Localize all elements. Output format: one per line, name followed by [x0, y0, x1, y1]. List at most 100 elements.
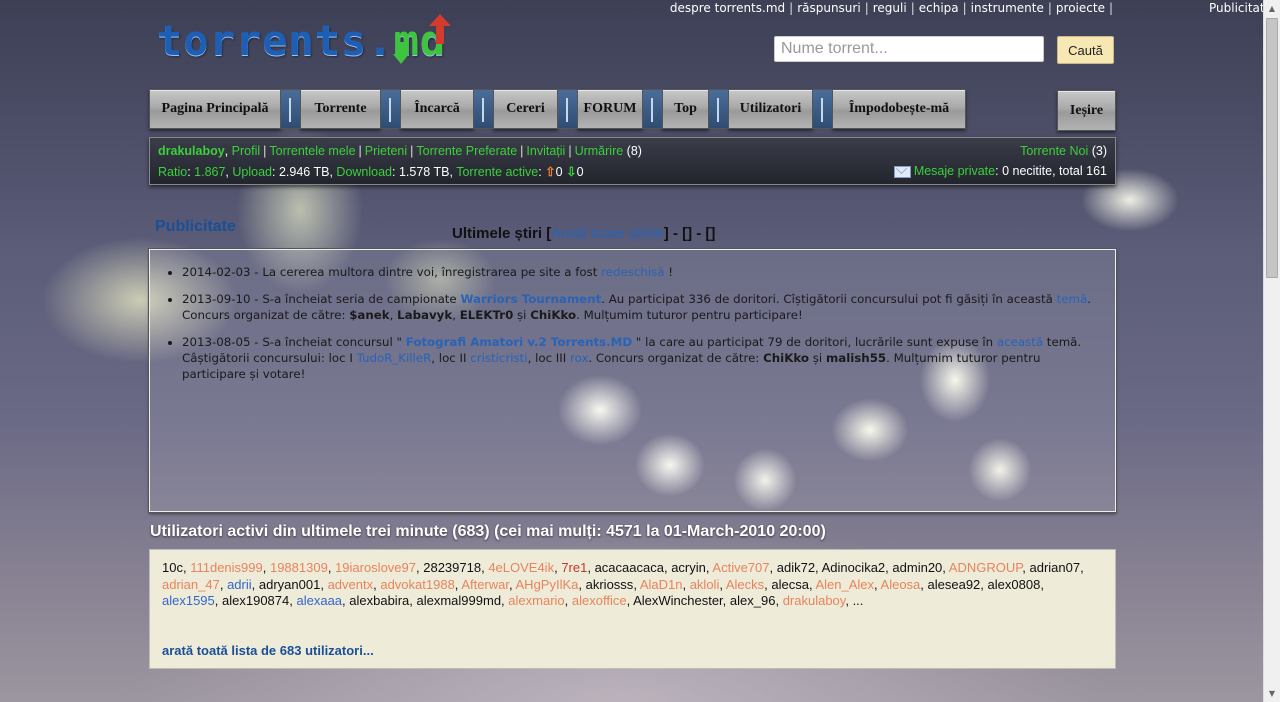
user-link-torrentele-mele[interactable]: Torrentele mele — [269, 144, 355, 158]
online-user-link[interactable]: adryan001 — [259, 577, 320, 592]
news-link[interactable]: redeschisă — [601, 265, 664, 279]
news-user-link[interactable]: ELEKTr0 — [460, 308, 514, 322]
top-links: despre torrents.md | răspunsuri | reguli | ech… — [670, 1, 1272, 15]
news-text: " la care au participat 79 de doritori, … — [632, 335, 997, 349]
news-user-link[interactable]: ChiKko — [530, 308, 576, 322]
top-link[interactable]: reguli — [873, 1, 907, 15]
news-text: - La cererea multora dintre voi, înregis… — [250, 265, 602, 279]
search-button[interactable]: Caută — [1057, 36, 1114, 64]
online-user-link[interactable]: Afterwar — [461, 577, 509, 592]
online-user-link[interactable]: 111denis999 — [190, 560, 263, 575]
online-user-link[interactable]: alexbabira — [349, 593, 409, 608]
download-value: 1.578 TB — [398, 165, 450, 179]
nav-item[interactable]: FORUM — [577, 89, 643, 129]
online-user-link[interactable]: adrian_47 — [162, 577, 220, 592]
online-user-link[interactable]: alexmario — [508, 593, 564, 608]
news-user-link[interactable]: $anek — [349, 308, 389, 322]
online-user-link[interactable]: drakulaboy — [783, 593, 846, 608]
online-user-link[interactable]: AHgPyIlKa — [516, 577, 579, 592]
online-users-title: Utilizatori activi din ultimele trei min… — [150, 523, 826, 540]
online-user-link[interactable]: 19iaroslove97 — [335, 560, 416, 575]
upload-value: 2.946 TB — [278, 165, 330, 179]
online-user-link[interactable]: AlexWinchester — [633, 593, 723, 608]
online-user-link[interactable]: alexoffice — [572, 593, 627, 608]
user-link-torrente-preferate[interactable]: Torrente Preferate — [416, 144, 517, 158]
online-user-link[interactable]: admin20 — [892, 560, 942, 575]
nav-item[interactable]: Pagina Principală — [149, 89, 281, 129]
top-link[interactable]: instrumente — [971, 1, 1044, 15]
scrollbar-thumb[interactable] — [1266, 18, 1278, 278]
top-link[interactable]: proiecte — [1056, 1, 1105, 15]
scroll-up-icon[interactable]: ▲ — [1264, 0, 1280, 17]
online-user-link[interactable]: 7re1 — [561, 560, 587, 575]
news-item: 2014-02-03 - La cererea multora dintre v… — [182, 264, 1101, 280]
search-input[interactable] — [774, 36, 1044, 62]
news-user-link[interactable]: TudoR_KilleR — [357, 351, 432, 365]
nav-item[interactable]: Împodobește-mă — [832, 89, 966, 129]
nav-item[interactable]: Utilizatori — [728, 89, 813, 129]
username-link[interactable]: drakulaboy — [158, 144, 225, 158]
online-user-link[interactable]: adventx — [328, 577, 374, 592]
top-link[interactable]: echipa — [919, 1, 959, 15]
news-link[interactable]: Warriors Tournament — [460, 292, 601, 306]
active-torrents-label[interactable]: Torrente active — [456, 165, 538, 179]
online-user-link[interactable]: alex0808 — [988, 577, 1041, 592]
online-user-link[interactable]: alesea92 — [928, 577, 981, 592]
top-link[interactable]: răspunsuri — [797, 1, 861, 15]
nav-item[interactable]: Încarcă — [400, 89, 474, 129]
online-user-link[interactable]: adik72 — [777, 560, 815, 575]
user-link-urmarire[interactable]: Urmărire — [575, 144, 624, 158]
news-list: 2014-02-03 - La cererea multora dintre v… — [150, 250, 1115, 382]
online-user-link[interactable]: AlaD1n — [640, 577, 683, 592]
scroll-down-icon[interactable]: ▼ — [1264, 685, 1280, 702]
online-user-link[interactable]: akriosss — [586, 577, 634, 592]
online-user-link[interactable]: alexmal999md — [417, 593, 502, 608]
online-user-link[interactable]: 4eLOVE4ik — [488, 560, 554, 575]
news-user-link[interactable]: cristicristi — [470, 351, 527, 365]
user-link-prieteni[interactable]: Prieteni — [365, 144, 407, 158]
user-link-invitatii[interactable]: Invitații — [526, 144, 565, 158]
pm-link[interactable]: Mesaje private — [914, 164, 995, 178]
top-link[interactable]: despre torrents.md — [670, 1, 785, 15]
nav-item[interactable]: Cereri — [493, 89, 558, 129]
site-logo[interactable]: torrents.md — [157, 14, 457, 72]
online-user-link[interactable]: Adinocika2 — [822, 560, 886, 575]
online-user-link[interactable]: alexaaa — [296, 593, 342, 608]
news-user-link[interactable]: malish55 — [826, 351, 886, 365]
online-user-link[interactable]: Alecks — [726, 577, 764, 592]
online-user-link[interactable]: 19881309 — [270, 560, 328, 575]
online-user-link[interactable]: akloli — [690, 577, 720, 592]
online-user-link[interactable]: alex190874 — [222, 593, 289, 608]
news-link[interactable]: temă — [1057, 292, 1088, 306]
logout-button[interactable]: Ieșire — [1057, 90, 1116, 131]
online-user-link[interactable]: Active707 — [712, 560, 769, 575]
online-user-link[interactable]: 10c — [162, 560, 183, 575]
news-user-link[interactable]: rox — [570, 351, 588, 365]
nav-item[interactable]: Top — [662, 89, 709, 129]
new-torrents: Torrente Noi (3) — [1020, 144, 1107, 158]
online-user-link[interactable]: ADNGROUP — [949, 560, 1022, 575]
online-user-link[interactable]: acryin — [671, 560, 706, 575]
page-scrollbar[interactable]: ▲ ▼ — [1263, 0, 1280, 702]
online-user-link[interactable]: alecsa — [771, 577, 809, 592]
new-torrents-link[interactable]: Torrente Noi — [1020, 144, 1088, 158]
online-user-link[interactable]: alex1595 — [162, 593, 215, 608]
online-user-link[interactable]: Aleosa — [881, 577, 921, 592]
online-user-link[interactable]: acacaacaca — [595, 560, 664, 575]
news-user-link[interactable]: Labavyk — [397, 308, 452, 322]
online-user-link[interactable]: Alen_Alex — [815, 577, 874, 592]
online-user-link[interactable]: adrii — [227, 577, 252, 592]
news-user-link[interactable]: ChiKko — [763, 351, 809, 365]
nav-separator — [558, 89, 577, 129]
news-show-all-link[interactable]: Arată toate știrile — [551, 225, 664, 242]
online-user-link[interactable]: advokat1988 — [380, 577, 454, 592]
online-user-link[interactable]: 28239718 — [423, 560, 481, 575]
online-user-link[interactable]: alex_96 — [730, 593, 776, 608]
online-user-link[interactable]: adrian07 — [1029, 560, 1080, 575]
news-link[interactable]: Fotografi Amatori v.2 Torrents.MD — [406, 335, 632, 349]
show-all-users-link[interactable]: arată toată lista de 683 utilizatori... — [162, 643, 374, 660]
top-link-separator: | — [789, 1, 794, 15]
news-link[interactable]: această — [997, 335, 1043, 349]
nav-item[interactable]: Torrente — [300, 89, 381, 129]
user-link-profil[interactable]: Profil — [232, 144, 260, 158]
